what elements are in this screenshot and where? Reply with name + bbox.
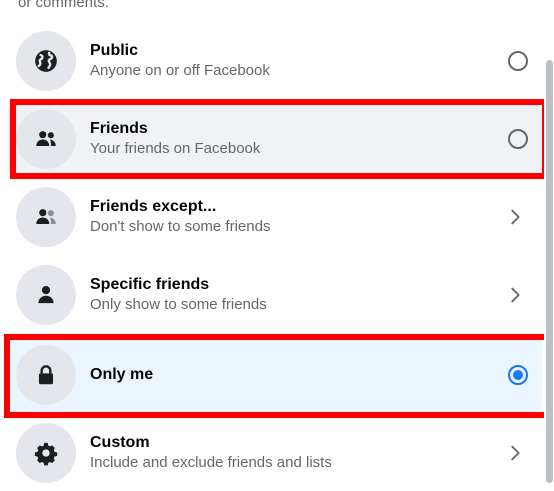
option-description: Include and exclude friends and lists (90, 454, 332, 471)
globe-icon (16, 31, 76, 91)
option-specific-friends[interactable]: Specific friends Only show to some frien… (8, 258, 542, 332)
option-title: Public (90, 42, 139, 59)
lock-icon (16, 345, 76, 405)
gear-icon (16, 423, 76, 483)
friends-icon (16, 109, 76, 169)
chevron-right-icon[interactable] (504, 206, 526, 228)
option-friends-except[interactable]: Friends except... Don't show to some fri… (8, 180, 542, 254)
option-description: Your friends on Facebook (90, 140, 261, 157)
option-title: Specific friends (90, 276, 210, 293)
friends-except-icon (16, 187, 76, 247)
option-title: Friends except... (90, 198, 217, 215)
option-description: Only show to some friends (90, 296, 267, 313)
person-icon (16, 265, 76, 325)
scrollbar-thumb[interactable] (546, 60, 553, 483)
radio-public[interactable] (508, 51, 528, 71)
option-title: Custom (90, 434, 150, 451)
radio-only-me[interactable] (508, 365, 528, 385)
option-description: Don't show to some friends (90, 218, 271, 235)
scrollbar-track[interactable] (544, 0, 554, 491)
audience-selector: or comments. Public Anyone on or off Fac… (0, 0, 554, 491)
option-only-me[interactable]: Only me (8, 338, 542, 412)
option-title: Only me (90, 366, 154, 383)
option-public[interactable]: Public Anyone on or off Facebook (8, 24, 542, 98)
chevron-right-icon[interactable] (504, 442, 526, 464)
option-friends[interactable]: Friends Your friends on Facebook (8, 102, 542, 176)
option-custom[interactable]: Custom Include and exclude friends and l… (8, 416, 542, 490)
truncated-description: or comments. (18, 0, 109, 11)
chevron-right-icon[interactable] (504, 284, 526, 306)
option-description: Anyone on or off Facebook (90, 62, 270, 79)
radio-friends[interactable] (508, 129, 528, 149)
option-title: Friends (90, 120, 148, 137)
